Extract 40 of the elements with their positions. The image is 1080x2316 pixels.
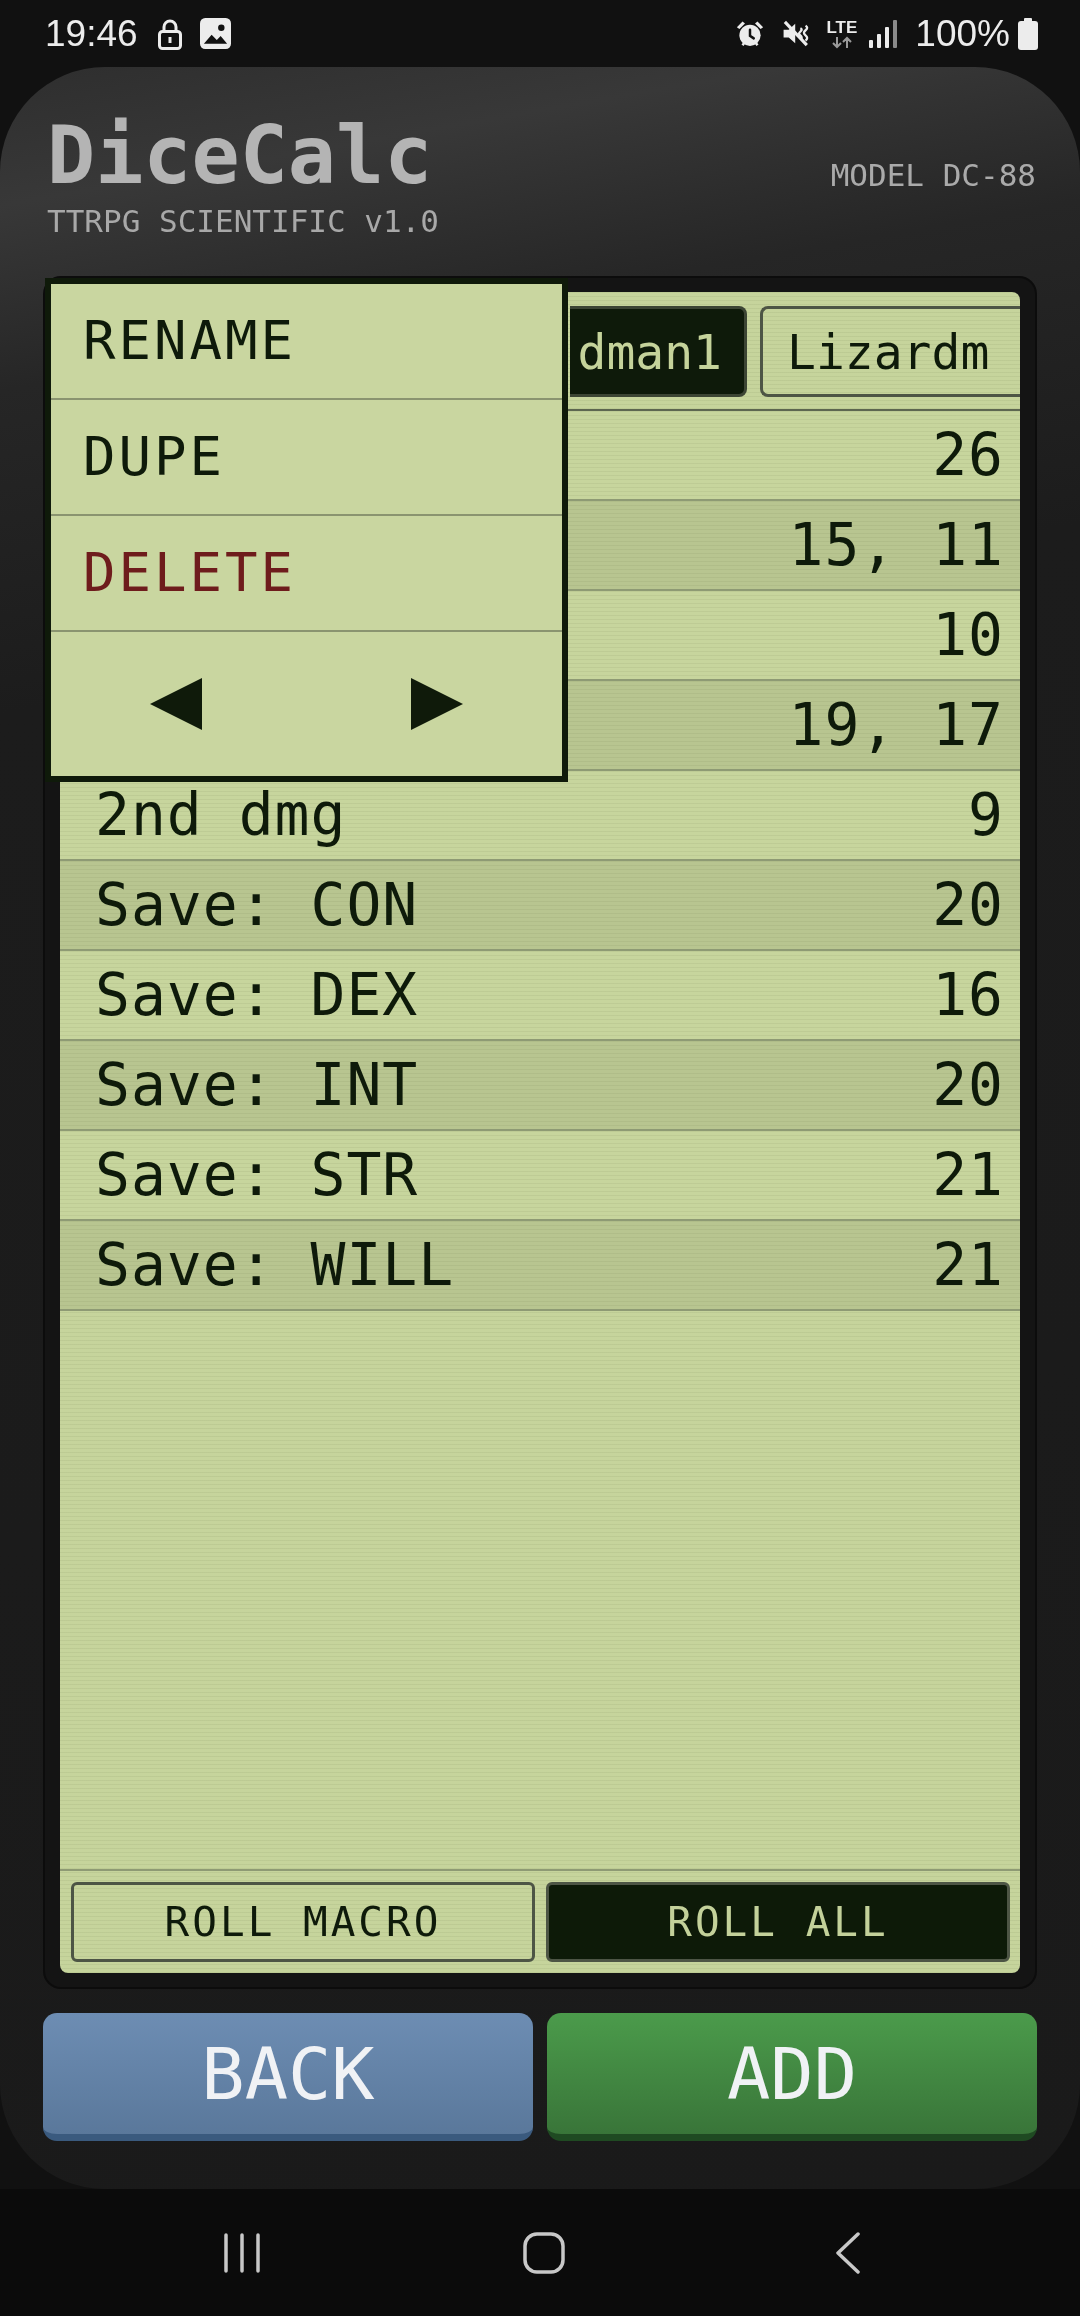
recent-apps-icon[interactable]	[224, 2232, 260, 2273]
tab[interactable]: Lizardm	[760, 306, 1020, 397]
app-title: DiceCalc	[47, 116, 434, 196]
action-button[interactable]: ADD	[547, 2013, 1037, 2141]
row-value: 21	[932, 1236, 1004, 1294]
row-value: 26	[932, 426, 1004, 484]
row-value: 9	[968, 786, 1004, 844]
lock-icon	[156, 17, 183, 50]
roll-button[interactable]: ROLL ALL	[546, 1882, 1010, 1962]
row-value: 20	[932, 876, 1004, 934]
menu-item[interactable]: RENAME	[51, 284, 562, 400]
action-button[interactable]: BACK	[43, 2013, 533, 2141]
row-value: 20	[932, 1056, 1004, 1114]
home-icon[interactable]	[523, 2231, 565, 2274]
left-triangle-icon[interactable]	[150, 678, 202, 730]
back-icon[interactable]	[835, 2231, 861, 2274]
menu-item[interactable]: DUPE	[51, 400, 562, 516]
row-value: 16	[932, 966, 1004, 1024]
row-label: Save: WILL	[95, 1236, 455, 1294]
row-value: 21	[932, 1146, 1004, 1204]
tab[interactable]: dman1	[570, 306, 747, 397]
signal-icon	[869, 19, 899, 48]
image-icon	[199, 18, 231, 49]
row-label: Save: CON	[95, 876, 419, 934]
data-arrows-icon	[829, 35, 854, 49]
row-value: 10	[932, 606, 1004, 664]
network-type: LTE	[826, 18, 858, 36]
menu-item[interactable]: DELETE	[51, 516, 562, 632]
app-subtitle: TTRPG SCIENTIFIC v1.0	[47, 206, 439, 237]
row-label: Save: STR	[95, 1146, 419, 1204]
battery-icon	[1018, 17, 1038, 50]
roll-button[interactable]: ROLL MACRO	[71, 1882, 535, 1962]
right-triangle-icon[interactable]	[411, 678, 463, 730]
battery-percent: 100%	[915, 15, 1010, 52]
row-label: Save: DEX	[95, 966, 419, 1024]
row-value: 19, 17	[788, 696, 1004, 754]
row-label: Save: INT	[95, 1056, 419, 1114]
row-value: 15, 11	[788, 516, 1004, 574]
model-label: MODEL DC-88	[830, 160, 1036, 191]
status-time: 19:46	[45, 15, 138, 52]
